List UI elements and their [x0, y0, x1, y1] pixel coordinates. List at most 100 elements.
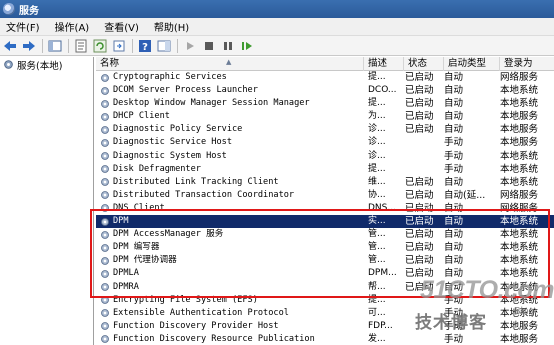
- table-row[interactable]: DPMRA 帮... 已启动 自动 本地系统: [96, 281, 554, 294]
- stop-service-icon[interactable]: [201, 38, 217, 54]
- list-header: 名称 ▲ 描述 状态 启动类型 登录为: [96, 57, 554, 71]
- service-description: 维...: [368, 176, 386, 187]
- service-description: DPM...: [368, 268, 397, 279]
- service-gear-icon: [100, 112, 113, 122]
- table-row[interactable]: Diagnostic System Host 诊... 手动 本地系统: [96, 150, 554, 163]
- service-status: 已启动: [405, 72, 434, 83]
- table-row[interactable]: Function Discovery Provider Host FDP... 手动…: [96, 320, 554, 333]
- toolbar: ?: [0, 36, 554, 56]
- service-logon-as: 网络服务: [500, 202, 539, 214]
- service-name: Function Discovery Resource Publication: [113, 333, 315, 344]
- menu-help[interactable]: 帮助(H): [148, 19, 198, 34]
- service-name: DPMLA: [113, 268, 139, 279]
- service-gear-icon: [100, 269, 113, 279]
- console-view-icon[interactable]: [156, 38, 172, 54]
- service-name: Diagnostic Policy Service: [113, 124, 243, 135]
- table-row[interactable]: Function Discovery Resource Publication 发…: [96, 333, 554, 345]
- refresh-icon[interactable]: [92, 38, 108, 54]
- start-service-icon[interactable]: [182, 38, 198, 54]
- service-gear-icon: [100, 138, 113, 148]
- service-gear-icon: [100, 308, 113, 318]
- table-row[interactable]: Diagnostic Policy Service 诊... 已启动 自动 本地服务: [96, 123, 554, 136]
- properties-icon[interactable]: [73, 38, 89, 54]
- table-row[interactable]: DPM 代理协调器 管... 已启动 自动 本地系统: [96, 254, 554, 267]
- service-logon-as: 本地系统: [500, 85, 539, 97]
- service-name-cell: Encrypting File System (EFS): [100, 294, 364, 307]
- column-header-logon-as[interactable]: 登录为: [500, 57, 554, 71]
- service-logon-as: 本地系统: [500, 163, 539, 175]
- service-description: 实...: [368, 216, 386, 227]
- service-logon-as: 本地系统: [500, 268, 539, 280]
- service-gear-icon: [100, 190, 113, 200]
- export-list-icon[interactable]: [111, 38, 127, 54]
- table-row[interactable]: DPM 实... 已启动 自动 本地系统: [96, 215, 554, 229]
- service-startup-type: 手动: [444, 163, 464, 175]
- service-name-cell: Diagnostic Policy Service: [100, 123, 364, 136]
- service-logon-as: 本地系统: [500, 216, 539, 228]
- pause-service-icon[interactable]: [220, 38, 236, 54]
- service-description: 提...: [368, 163, 386, 174]
- column-header-description[interactable]: 描述: [364, 57, 404, 71]
- table-row[interactable]: Distributed Link Tracking Client 维... 已启动自…: [96, 176, 554, 189]
- service-gear-icon: [100, 282, 113, 292]
- service-name-cell: Cryptographic Services: [100, 71, 364, 84]
- table-row[interactable]: DHCP Client 为... 已启动 自动 本地服务: [96, 110, 554, 123]
- service-description: FDP...: [368, 320, 393, 331]
- title-bar: 服务: [0, 0, 554, 18]
- table-row[interactable]: Extensible Authentication Protocol 可... 手动…: [96, 307, 554, 320]
- table-row[interactable]: DPMLA DPM... 已启动 自动 本地系统: [96, 267, 554, 280]
- service-gear-icon: [100, 334, 113, 344]
- service-description: 诊...: [368, 137, 386, 148]
- menu-action[interactable]: 操作(A): [49, 19, 99, 34]
- service-status: 已启动: [405, 216, 434, 228]
- service-status: 已启动: [405, 268, 434, 280]
- tree-node-services-local[interactable]: 服务(本地): [0, 57, 93, 72]
- service-gear-icon: [100, 73, 113, 83]
- table-row[interactable]: DPM 编写器 管... 已启动 自动 本地系统: [96, 241, 554, 254]
- table-row[interactable]: Diagnostic Service Host 诊... 手动 本地服务: [96, 136, 554, 149]
- table-row[interactable]: Disk Defragmenter 提... 手动 本地系统: [96, 163, 554, 176]
- menu-file[interactable]: 文件(F): [0, 19, 49, 34]
- service-gear-icon: [100, 125, 113, 135]
- service-startup-type: 自动: [444, 268, 464, 280]
- menu-view[interactable]: 查看(V): [98, 19, 148, 34]
- column-logon-label: 登录为: [504, 58, 533, 69]
- service-description: 诊...: [368, 124, 386, 135]
- table-row[interactable]: Distributed Transaction Coordinator 协... 已…: [96, 189, 554, 202]
- table-row[interactable]: Encrypting File System (EFS) 提... 手动 本地系统: [96, 294, 554, 307]
- show-hide-tree-icon[interactable]: [47, 38, 63, 54]
- service-name: DPM 代理协调器: [113, 255, 177, 266]
- service-gear-icon: [100, 321, 113, 331]
- service-name-cell: DPM 编写器: [100, 241, 364, 254]
- column-header-startup-type[interactable]: 启动类型: [444, 57, 500, 71]
- forward-arrow-icon[interactable]: [21, 38, 37, 54]
- service-gear-icon: [100, 243, 113, 253]
- service-name: Diagnostic Service Host: [113, 137, 232, 148]
- service-logon-as: 网络服务: [500, 189, 539, 201]
- service-gear-icon: [100, 86, 113, 96]
- restart-service-icon[interactable]: [239, 38, 255, 54]
- table-row[interactable]: Desktop Window Manager Session Manager 提.…: [96, 97, 554, 110]
- service-logon-as: 本地服务: [500, 333, 539, 345]
- toolbar-separator: [68, 38, 69, 53]
- sort-ascending-icon: ▲: [226, 58, 232, 66]
- table-row[interactable]: DPM AccessManager 服务 管... 已启动 自动 本地系统: [96, 228, 554, 241]
- column-header-status[interactable]: 状态: [404, 57, 444, 71]
- service-status: 已启动: [405, 255, 434, 267]
- services-app-icon: [3, 3, 15, 15]
- table-row[interactable]: DNS Client DNS... 已启动 自动 网络服务: [96, 202, 554, 215]
- service-name-cell: DPMRA: [100, 281, 364, 294]
- service-startup-type: 手动: [444, 320, 464, 332]
- toolbar-separator: [42, 38, 43, 53]
- help-icon[interactable]: ?: [137, 38, 153, 54]
- service-name: DPM 编写器: [113, 242, 160, 253]
- service-status: 已启动: [405, 202, 434, 214]
- service-name: DPMRA: [113, 281, 139, 292]
- back-arrow-icon[interactable]: [2, 38, 18, 54]
- tree-node-label: 服务(本地): [17, 60, 63, 72]
- table-row[interactable]: DCOM Server Process Launcher DCO... 已启动 自动 本…: [96, 84, 554, 97]
- service-description: 管...: [368, 242, 386, 253]
- service-startup-type: 自动: [444, 111, 464, 123]
- table-row[interactable]: Cryptographic Services 提... 已启动 自动 网络服务: [96, 71, 554, 84]
- service-logon-as: 本地系统: [500, 281, 539, 293]
